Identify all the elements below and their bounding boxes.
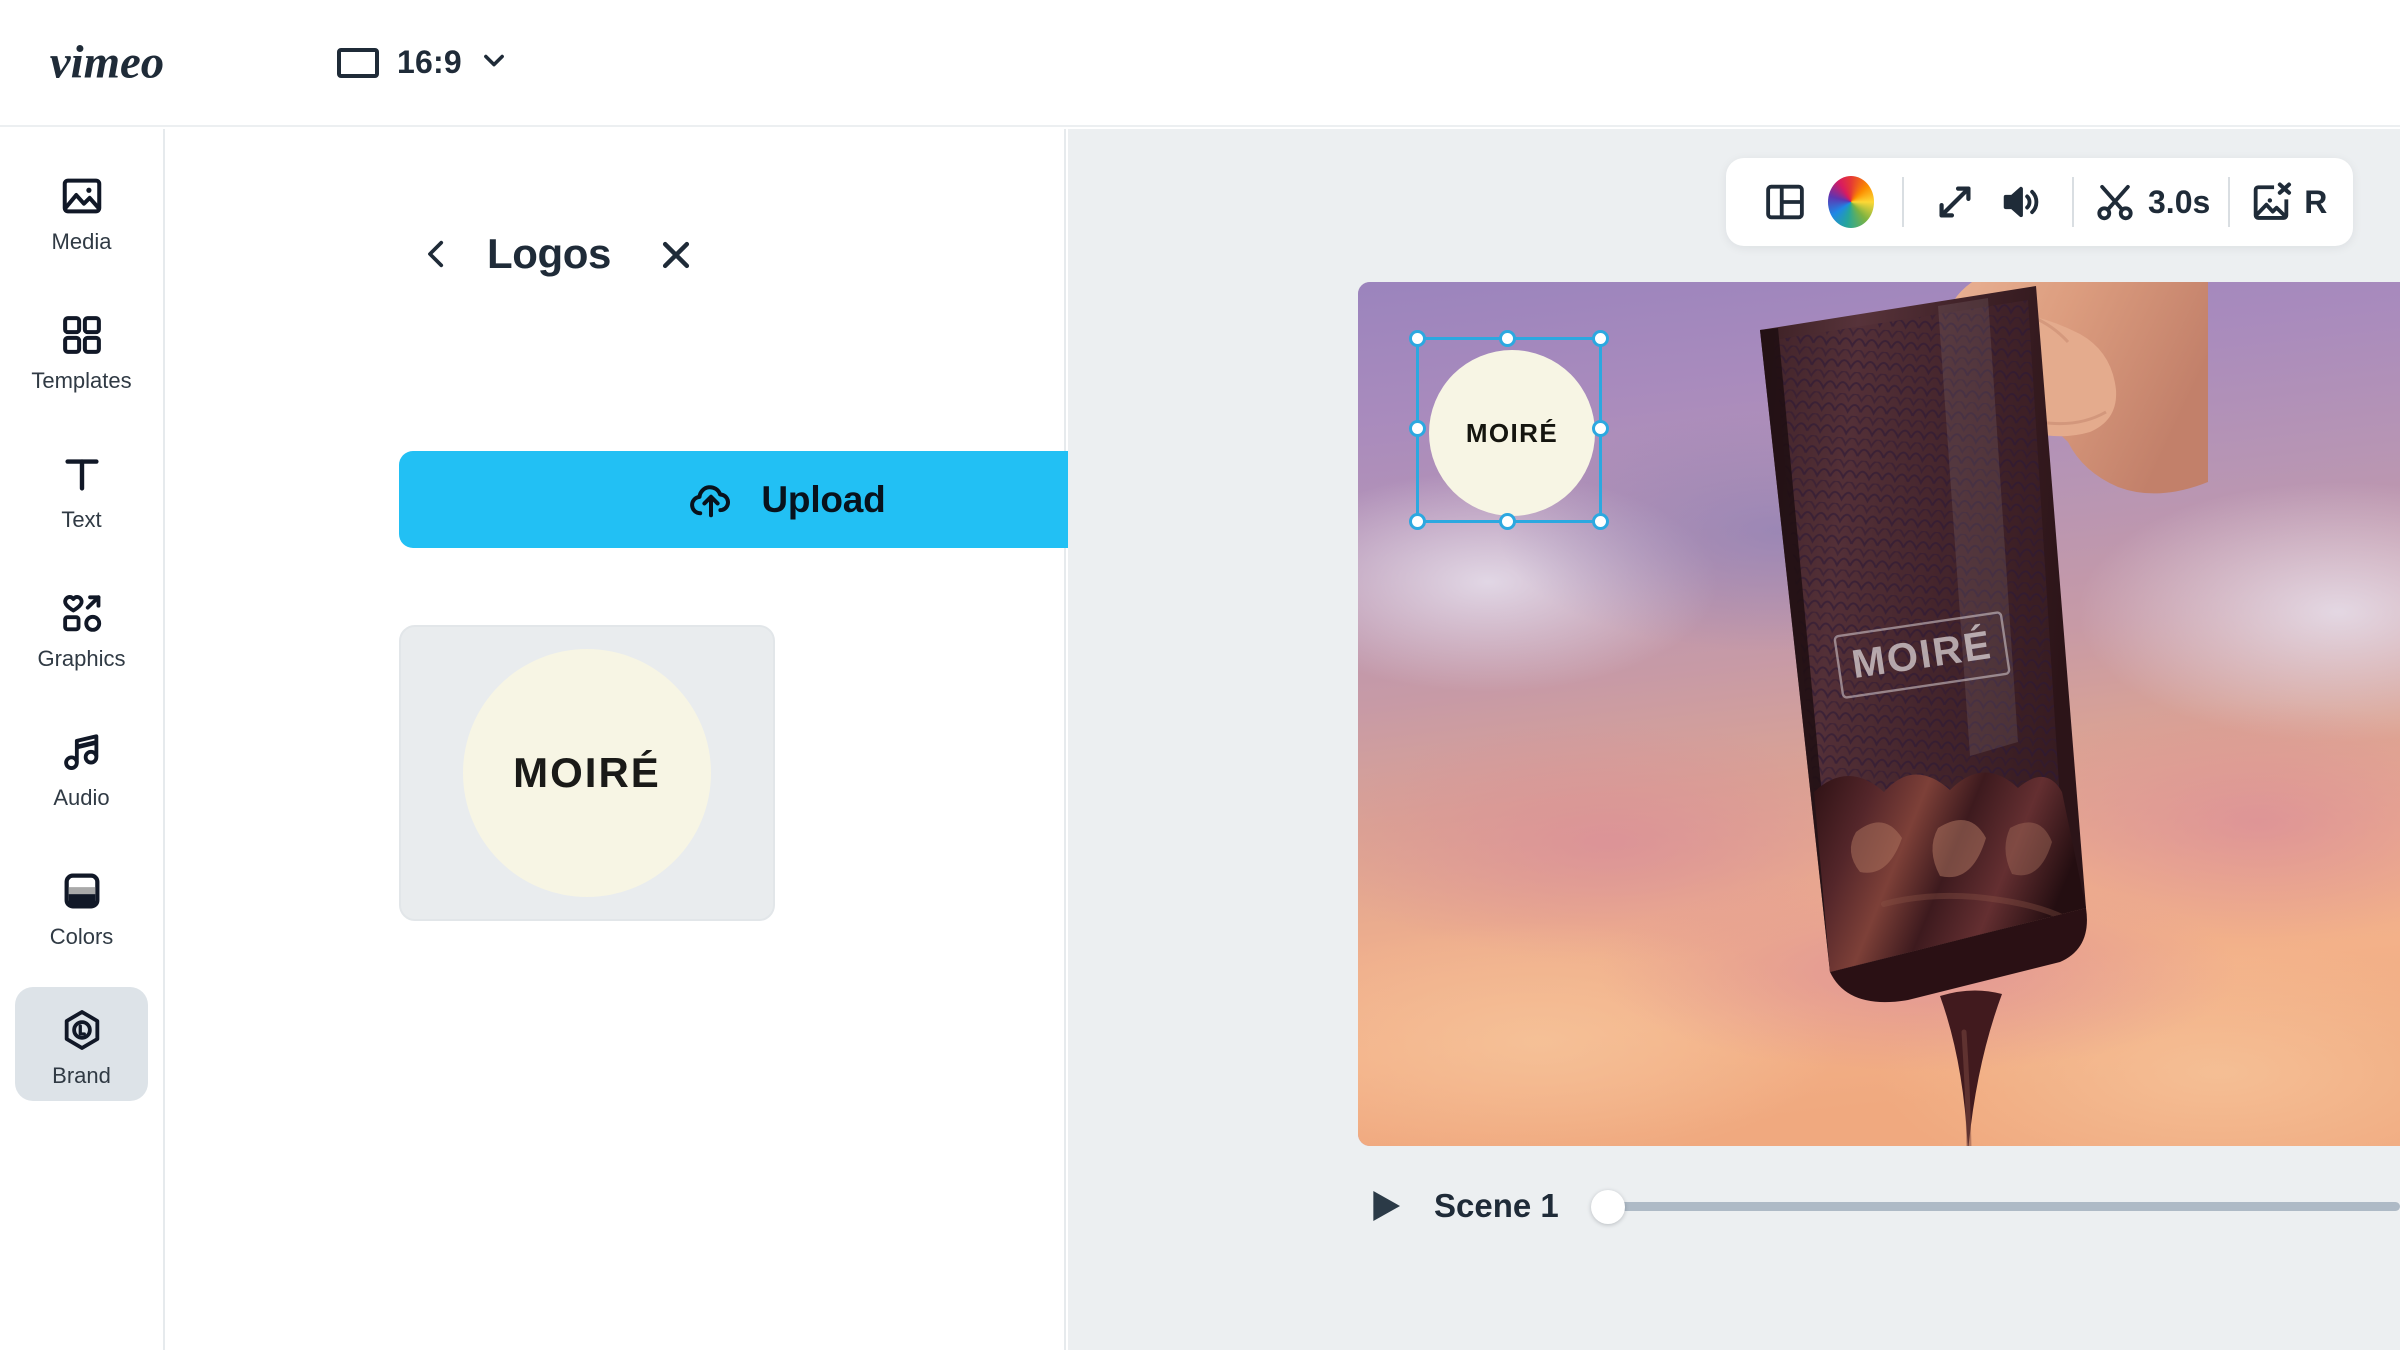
upload-button[interactable]: Upload <box>399 451 1174 548</box>
logo-wordmark: MOIRÉ <box>513 749 661 796</box>
resize-handle-top-center[interactable] <box>1499 330 1516 347</box>
resize-handle-middle-left[interactable] <box>1409 420 1426 437</box>
resize-arrows-icon <box>1939 186 1971 218</box>
sidebar-item-label: Brand <box>52 1063 111 1088</box>
play-icon <box>1373 1191 1400 1221</box>
page-title: Logos <box>487 230 611 277</box>
sidebar-item-brand[interactable]: Brand <box>15 987 148 1101</box>
volume-icon <box>2003 186 2039 218</box>
video-canvas[interactable]: MOIRÉ MOIRÉ <box>1358 282 2400 1146</box>
sidebar-item-graphics[interactable]: Graphics <box>15 570 148 684</box>
volume-button[interactable] <box>1988 169 2054 235</box>
remove-image-icon <box>2254 182 2292 220</box>
resize-handle-top-right[interactable] <box>1592 330 1609 347</box>
text-t-icon <box>64 459 99 491</box>
remove-bg-label: R <box>2304 183 2328 220</box>
canvas-stage: 3.0s R MOIRÉ MOIRÉ Scene 1 <box>1068 129 2400 1350</box>
resize-button[interactable] <box>1922 169 1988 235</box>
timeline-bar: Scene 1 <box>1358 1166 2400 1246</box>
sidebar-item-label: Graphics <box>37 646 126 671</box>
resize-handle-bottom-center[interactable] <box>1499 513 1516 530</box>
panel-header: Logos <box>167 204 1066 304</box>
canvas-logo-circle: MOIRÉ <box>1429 350 1595 516</box>
upload-button-label: Upload <box>761 478 886 520</box>
color-wheel-icon <box>1828 176 1874 228</box>
left-rail: Media Templates Text Graphics Audio Colo… <box>0 129 165 1350</box>
scene-label: Scene 1 <box>1434 1187 1559 1224</box>
play-button[interactable] <box>1358 1179 1412 1233</box>
resize-handle-middle-right[interactable] <box>1592 420 1609 437</box>
back-button[interactable] <box>415 232 459 276</box>
logo-circle: MOIRÉ <box>463 649 711 897</box>
color-button[interactable] <box>1818 169 1884 235</box>
remove-background-control[interactable]: R <box>2248 179 2327 225</box>
toolbar-divider <box>1902 177 1904 227</box>
sidebar-item-label: Audio <box>53 785 110 810</box>
duration-label: 3.0s <box>2148 183 2211 220</box>
image-icon <box>62 178 101 214</box>
timeline-track[interactable] <box>1608 1202 2400 1211</box>
vimeo-video-editor: vimeo 16:9 Media Templates Text Graphics… <box>0 0 2400 1350</box>
layout-split-icon <box>1766 184 1804 220</box>
chevron-left-icon <box>428 240 444 268</box>
sidebar-item-colors[interactable]: Colors <box>15 848 148 962</box>
timeline-playhead[interactable] <box>1590 1190 1625 1224</box>
top-bar: vimeo 16:9 <box>0 0 2400 127</box>
toolbar-divider <box>2228 177 2231 227</box>
sidebar-item-audio[interactable]: Audio <box>15 709 148 823</box>
chevron-down-icon[interactable] <box>480 46 508 79</box>
resize-handle-bottom-left[interactable] <box>1409 513 1426 530</box>
element-toolbar: 3.0s R <box>1726 158 2354 246</box>
cloud-upload-icon <box>690 484 731 517</box>
sidebar-item-label: Colors <box>49 924 114 949</box>
color-swatch-icon <box>64 873 99 909</box>
resize-handle-bottom-right[interactable] <box>1592 513 1609 530</box>
grid-icon <box>62 316 101 354</box>
close-icon <box>662 241 690 269</box>
sidebar-item-label: Media <box>51 229 112 254</box>
shapes-icon <box>62 594 101 632</box>
sidebar-item-text[interactable]: Text <box>15 431 148 545</box>
scissors-icon <box>2097 184 2133 221</box>
sidebar-item-templates[interactable]: Templates <box>15 292 148 406</box>
vimeo-wordmark-icon[interactable]: vimeo <box>48 33 228 93</box>
close-panel-button[interactable] <box>651 230 701 280</box>
timeline-slider[interactable] <box>1590 1186 2400 1226</box>
aspect-ratio-label: 16:9 <box>397 44 462 80</box>
resize-handle-top-left[interactable] <box>1409 330 1426 347</box>
sidebar-item-label: Text <box>61 507 102 532</box>
sidebar-item-label: Templates <box>31 368 132 393</box>
logos-panel: Logos Upload MOIRÉ <box>167 129 1174 1350</box>
rectangle-icon <box>337 47 379 78</box>
chocolate-bar-subject: MOIRÉ <box>1688 282 2208 1146</box>
selected-logo-element[interactable]: MOIRÉ <box>1409 330 1609 530</box>
logo-thumbnail-card[interactable]: MOIRÉ <box>399 625 775 921</box>
canvas-logo-wordmark: MOIRÉ <box>1465 417 1559 448</box>
layout-button[interactable] <box>1752 169 1818 235</box>
svg-text:vimeo: vimeo <box>50 36 164 88</box>
toolbar-divider <box>2072 177 2074 227</box>
sidebar-item-media[interactable]: Media <box>15 153 148 267</box>
trim-duration-control[interactable]: 3.0s <box>2092 179 2210 225</box>
music-note-icon <box>63 734 98 771</box>
aspect-ratio-selector[interactable]: 16:9 <box>333 38 512 87</box>
hand-holding-chocolate-bar: MOIRÉ <box>1760 282 2208 1146</box>
brand-hex-l-icon <box>64 1010 99 1050</box>
